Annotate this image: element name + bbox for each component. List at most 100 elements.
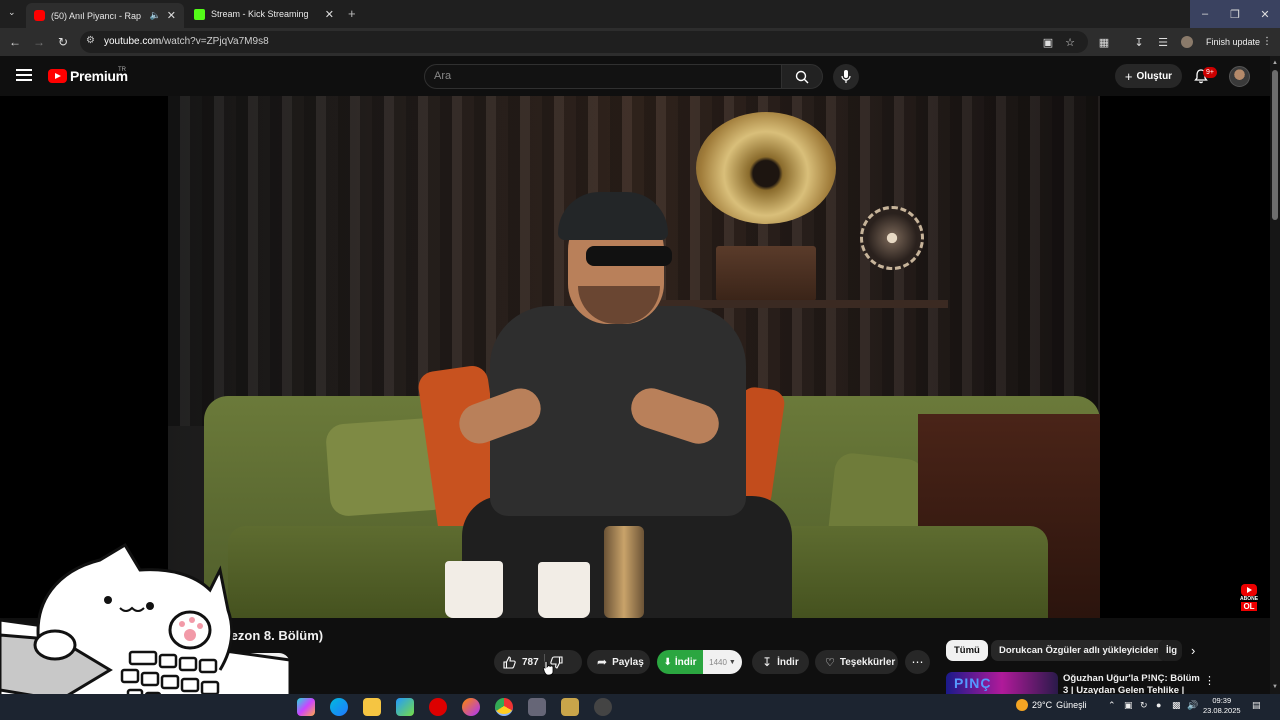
file-explorer-app-icon[interactable] xyxy=(363,698,381,716)
microphone-tray-icon[interactable]: ● xyxy=(1156,700,1161,710)
voice-search-button[interactable] xyxy=(833,64,859,90)
notification-center-icon[interactable]: ▤ xyxy=(1252,700,1261,711)
maximize-button[interactable]: ❐ xyxy=(1220,0,1250,28)
bookmark-star-icon[interactable]: ☆ xyxy=(1062,34,1078,50)
youtube-logo-icon[interactable] xyxy=(48,69,67,83)
quality-select[interactable]: 1440 ▼ xyxy=(703,650,742,674)
hamburger-menu-icon[interactable] xyxy=(16,69,32,81)
close-window-button[interactable]: ✕ xyxy=(1250,0,1280,28)
create-button[interactable]: + Oluştur xyxy=(1115,64,1182,88)
gramophone-horn xyxy=(696,112,836,224)
tray-overflow-icon[interactable]: ⌃ xyxy=(1108,700,1116,711)
sun-icon xyxy=(1016,699,1028,711)
download-extension-button[interactable]: ⬇ İndir xyxy=(657,650,703,674)
chip-uploader[interactable]: Dorukcan Özgüler adlı yükleyiciden xyxy=(991,640,1168,661)
subscribe-watermark[interactable]: ABONE OL xyxy=(1236,583,1262,611)
kick-favicon-icon xyxy=(194,8,205,20)
share-button[interactable]: ➦ Paylaş xyxy=(587,650,650,674)
share-icon: ➦ xyxy=(597,655,608,669)
clock-time: 09:39 xyxy=(1212,696,1232,705)
scrollbar-thumb[interactable] xyxy=(1272,70,1278,220)
calculator-app-icon[interactable] xyxy=(528,698,546,716)
region-code: TR xyxy=(118,67,126,73)
beverage-can xyxy=(604,526,644,618)
reload-button[interactable]: ↻ xyxy=(54,33,72,51)
opera-app-icon[interactable] xyxy=(429,698,447,716)
scroll-up-arrow[interactable]: ▲ xyxy=(1272,60,1278,66)
create-label: Oluştur xyxy=(1136,70,1173,82)
url-path: /watch?v=ZPjqVa7M9s8 xyxy=(161,36,269,47)
more-actions-button[interactable]: ⋯ xyxy=(905,650,930,674)
back-button[interactable]: ← xyxy=(6,33,24,51)
scroll-down-arrow[interactable]: ▼ xyxy=(1272,684,1278,690)
recommendation-title[interactable]: Oğuzhan Uğur'la P!NÇ: Bölüm 3 | Uzaydan … xyxy=(1063,673,1203,695)
chip-related[interactable]: İlg xyxy=(1158,640,1182,661)
download-icon: ↧ xyxy=(762,655,773,669)
chevron-right-icon[interactable]: › xyxy=(1191,643,1195,658)
mug xyxy=(538,562,590,618)
speaker-icon[interactable]: 🔈 xyxy=(150,10,161,21)
recommendation-thumbnail[interactable]: PINÇ xyxy=(946,672,1058,694)
search-button[interactable] xyxy=(781,64,823,89)
notification-badge: 9+ xyxy=(1203,67,1217,78)
like-dislike-group: 787 xyxy=(494,650,582,674)
gramophone-box xyxy=(716,246,816,301)
firefox-app-icon[interactable] xyxy=(462,698,480,716)
profile-avatar-icon[interactable] xyxy=(1179,34,1195,50)
youtube-favicon-icon xyxy=(34,10,45,21)
like-count: 787 xyxy=(522,656,539,668)
thumbnail-text: PINÇ xyxy=(954,675,992,691)
url-text[interactable]: youtube.com/watch?v=ZPjqVa7M9s8 xyxy=(104,36,269,47)
account-avatar[interactable] xyxy=(1229,66,1250,87)
thumbs-up-icon xyxy=(503,655,516,669)
cast-icon[interactable]: ▣ xyxy=(1040,34,1056,50)
decor-lamp xyxy=(860,206,924,270)
tray-app-icon[interactable]: ▣ xyxy=(1124,700,1133,711)
browser-menu-icon[interactable]: ⋮ xyxy=(1262,36,1272,47)
thanks-button[interactable]: ♡ Teşekkürler xyxy=(815,650,898,674)
mug xyxy=(445,561,503,618)
volume-icon[interactable]: 🔊 xyxy=(1187,700,1198,711)
weather-temp: 29°C xyxy=(1032,700,1053,710)
weather-text: Güneşli xyxy=(1056,700,1087,710)
forward-button[interactable]: → xyxy=(30,33,48,51)
minimize-button[interactable]: – xyxy=(1190,0,1220,28)
mouse-cursor-icon xyxy=(542,660,554,681)
tab-youtube[interactable]: (50) Anıl Piyancı - Rap Show 🔈 ✕ xyxy=(26,3,184,28)
search-icon xyxy=(795,70,809,83)
video-frame[interactable] xyxy=(168,96,1100,618)
plus-icon: + xyxy=(1124,68,1133,84)
download-button[interactable]: ↧ İndir xyxy=(752,650,809,674)
tab-list-button[interactable]: ⌄ xyxy=(8,7,16,18)
chrome-app-icon[interactable] xyxy=(495,698,513,716)
close-tab-icon[interactable]: ✕ xyxy=(167,9,176,22)
downloads-icon[interactable]: ↧ xyxy=(1131,34,1147,50)
like-button[interactable]: 787 xyxy=(494,655,539,669)
tray-sync-icon[interactable]: ↻ xyxy=(1140,700,1148,711)
tab-title: Stream - Kick Streaming xyxy=(211,9,309,19)
taskbar-clock[interactable]: 09:39 23.08.2025 xyxy=(1203,696,1241,716)
recommendation-menu-icon[interactable]: ⋮ xyxy=(1204,674,1215,687)
network-icon[interactable]: ▩ xyxy=(1172,700,1181,711)
thanks-label: Teşekkürler xyxy=(839,656,896,668)
store-app-icon[interactable] xyxy=(396,698,414,716)
clock-date: 23.08.2025 xyxy=(1203,706,1241,715)
site-info-icon[interactable]: ⚙ xyxy=(86,35,95,46)
weather-widget[interactable]: 29°C Güneşli xyxy=(1016,699,1087,711)
close-tab-icon[interactable]: ✕ xyxy=(325,8,334,21)
search-input[interactable] xyxy=(424,64,782,89)
valorant-app-icon[interactable] xyxy=(594,698,612,716)
extensions-icon[interactable]: ▦ xyxy=(1096,34,1112,50)
chip-all[interactable]: Tümü xyxy=(946,640,988,661)
new-tab-button[interactable]: + xyxy=(348,6,356,21)
chevron-down-icon: ▼ xyxy=(728,658,736,666)
media-controls-icon[interactable]: ☰ xyxy=(1155,34,1171,50)
tab-kick[interactable]: Stream - Kick Streaming ✕ xyxy=(186,3,342,25)
copilot-app-icon[interactable] xyxy=(297,698,315,716)
finish-update-button[interactable]: Finish update xyxy=(1206,37,1260,47)
windows-taskbar xyxy=(0,694,1280,720)
league-app-icon[interactable] xyxy=(561,698,579,716)
edge-app-icon[interactable] xyxy=(330,698,348,716)
download-arrow-icon: ⬇ xyxy=(663,656,672,668)
microphone-icon xyxy=(841,70,851,83)
